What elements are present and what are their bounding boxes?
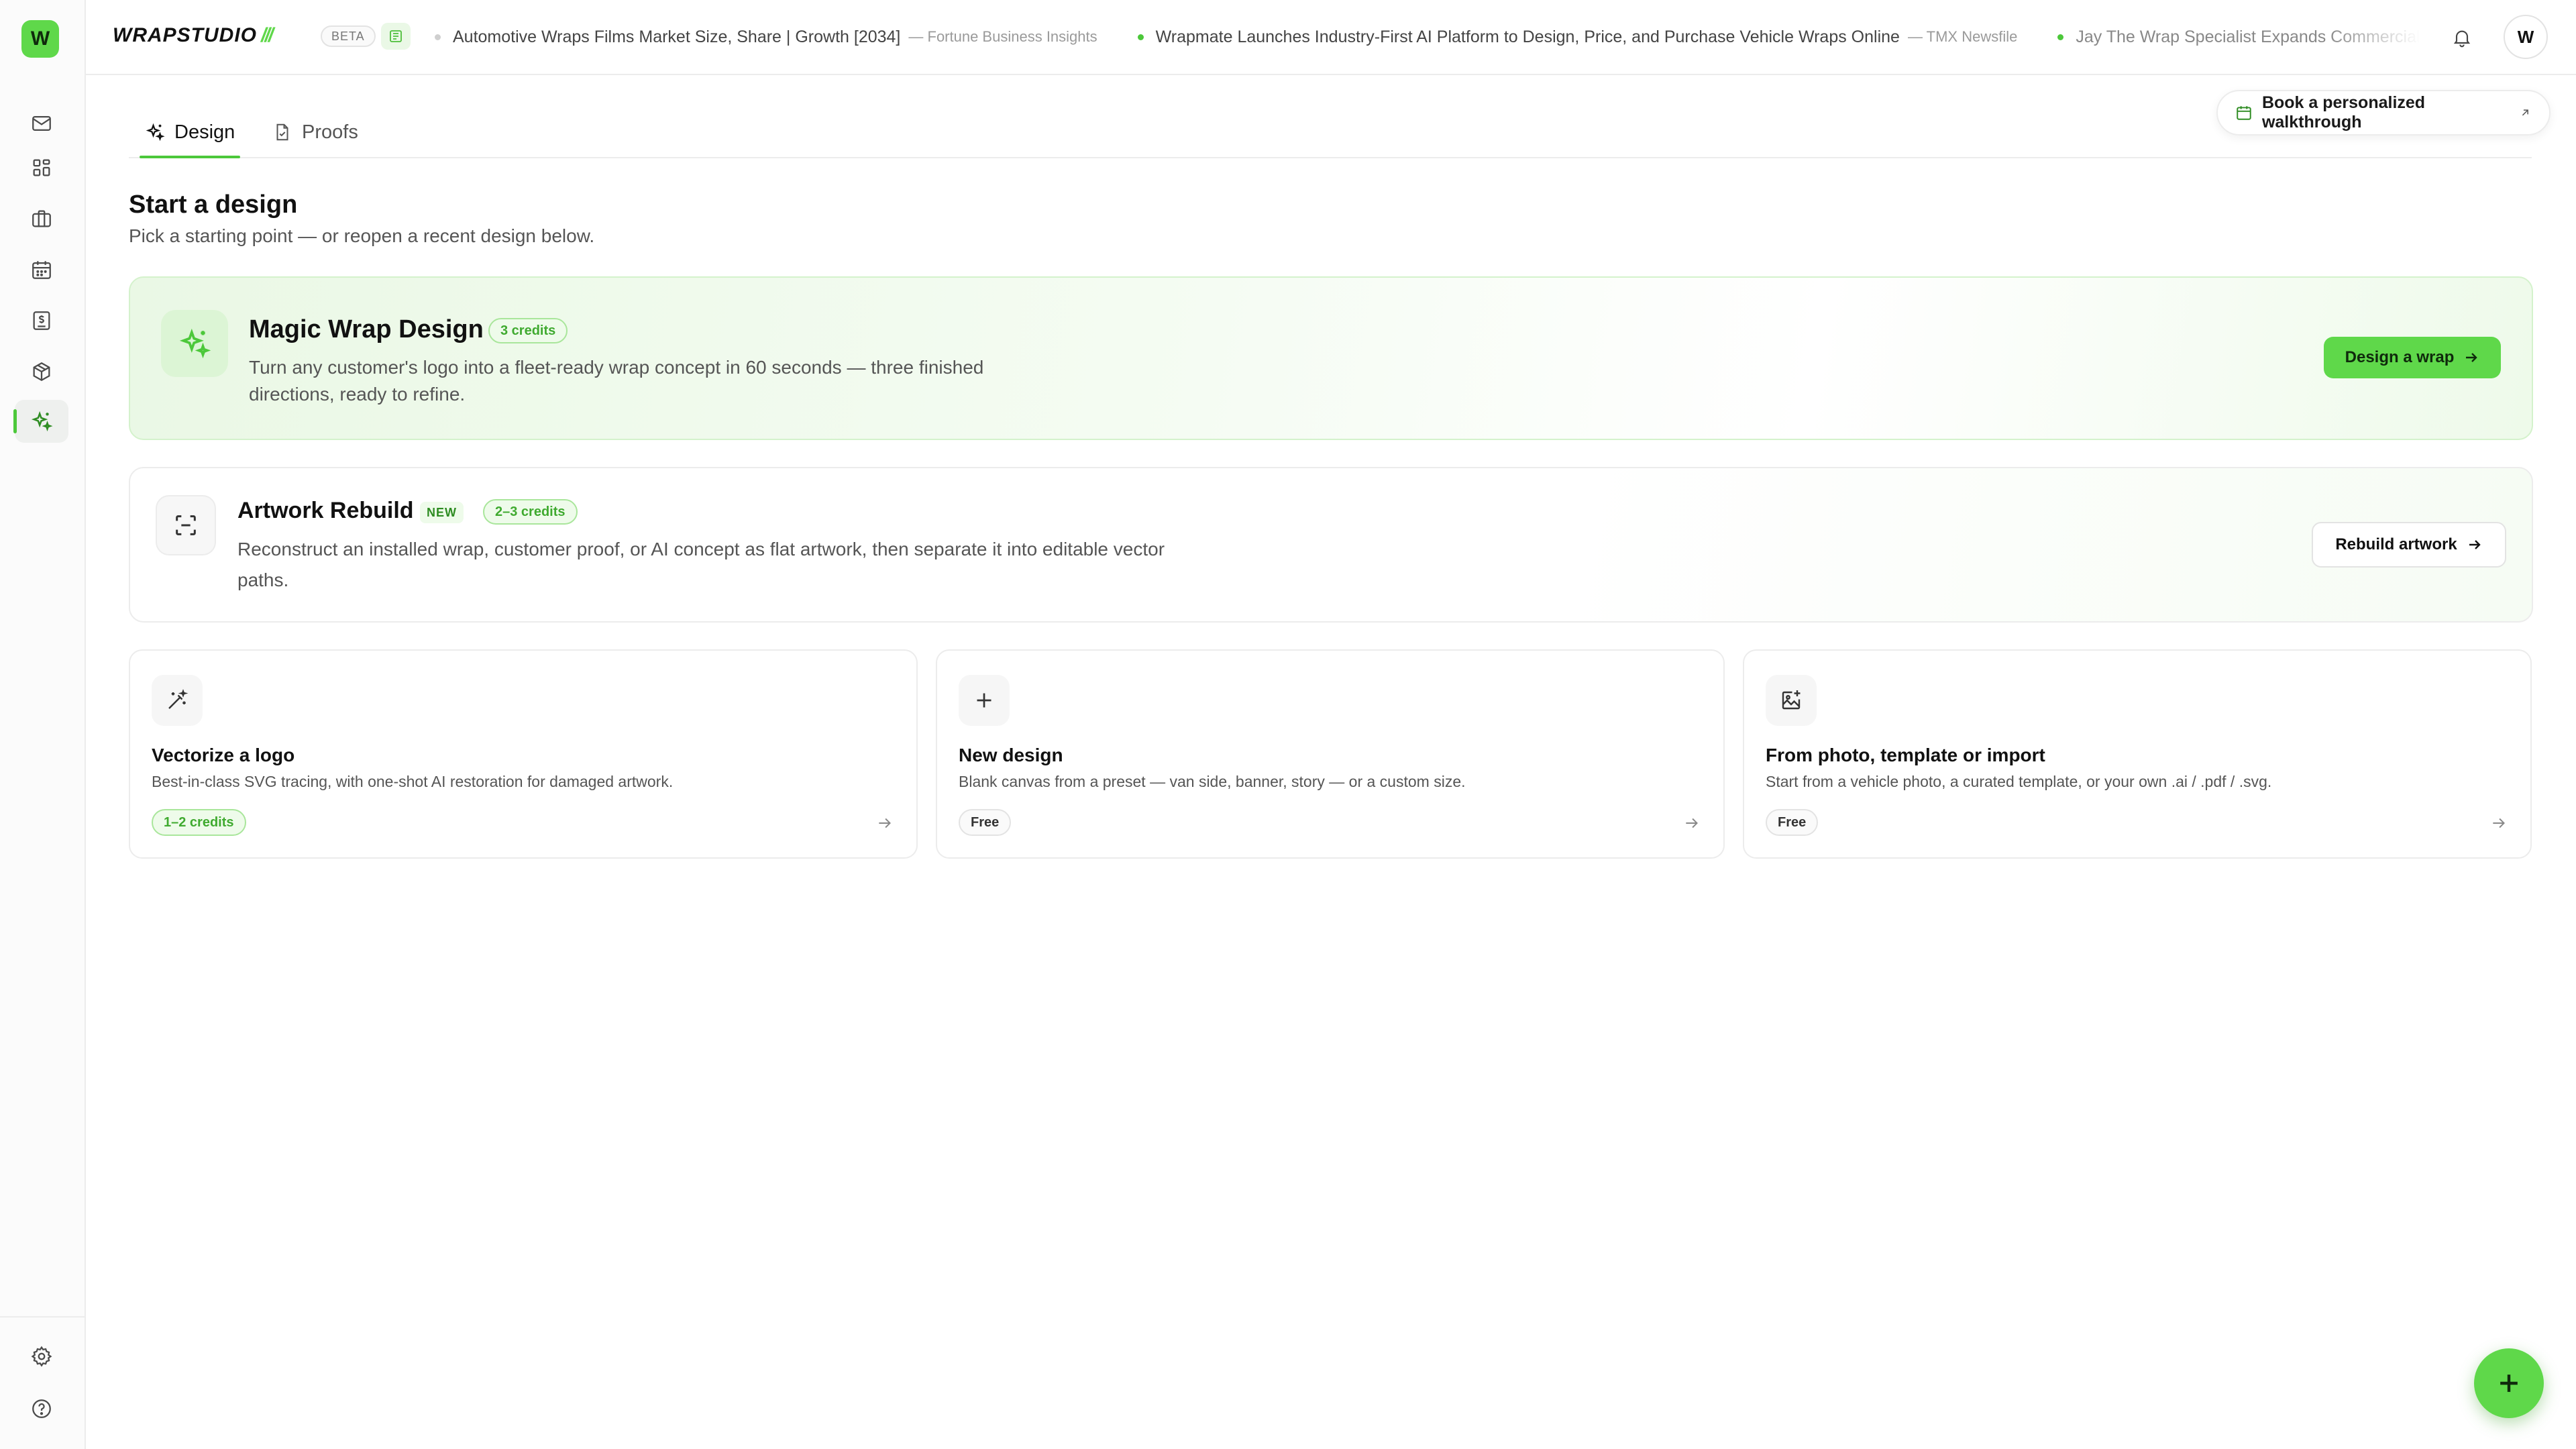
tab-design[interactable]: Design [140,107,241,158]
ticker-headline: Automotive Wraps Films Market Size, Shar… [453,27,901,46]
rebuild-artwork-label: Rebuild artwork [2335,535,2457,553]
plus-icon [2500,1375,2518,1392]
new-design-free-badge: Free [959,809,1012,836]
arrow-right-icon [879,818,891,828]
arrow-right-icon [2466,353,2478,362]
magic-credits-badge: 3 credits [488,318,568,343]
new-design-card[interactable]: New design Blank canvas from a preset — … [936,649,1725,859]
artwork-rebuild-card[interactable]: Artwork Rebuild NEW 2–3 credits Reconstr… [129,467,2533,623]
artwork-rebuild-description: Reconstruct an installed wrap, customer … [237,539,1165,590]
vectorize-credits-badge: 1–2 credits [152,809,246,836]
book-walkthrough-button[interactable]: Book a personalized walkthrough [2216,90,2551,136]
image-add-icon [1766,675,1817,726]
new-badge: NEW [420,502,464,523]
tab-proofs[interactable]: Proofs [267,107,364,157]
ticker-headline: Jay The Wrap Specialist Expands Commerci… [2076,27,2420,46]
ticker-source: — TMX Newsfile [1907,28,2018,45]
design-sparkle-icon[interactable] [13,400,68,443]
arrow-right-icon [2493,818,2505,828]
design-a-wrap-button[interactable]: Design a wrap [2324,337,2501,378]
magic-wrap-title: Magic Wrap Design [249,315,484,343]
brand-name: WRAPSTUDIO [113,24,257,46]
ticker-source: — Fortune Business Insights [908,28,1097,45]
beta-badge: BETA [321,25,376,47]
from-photo-template-card[interactable]: From photo, template or import Start fro… [1743,649,2532,859]
magic-wand-icon [152,675,203,726]
ticker-headline: Wrapmate Launches Industry-First AI Plat… [1155,27,1900,46]
ticker-dot [1137,34,1144,40]
page-title: Start a design [129,191,298,219]
scan-frame-icon [156,495,216,555]
magic-sparkle-icon [161,310,228,377]
invoice-icon[interactable] [15,299,68,342]
briefcase-icon[interactable] [15,197,68,240]
artwork-rebuild-title: Artwork Rebuild [237,498,414,523]
arrow-right-icon [2469,540,2481,549]
ticker-item[interactable]: Automotive Wraps Films Market Size, Shar… [435,28,1097,47]
plus-icon [959,675,1010,726]
ticker-item[interactable]: Jay The Wrap Specialist Expands Commerci… [2057,28,2420,47]
inbox-icon[interactable] [15,102,68,145]
new-design-description: Blank canvas from a preset — van side, b… [959,773,1466,790]
magic-wrap-card[interactable]: Magic Wrap Design 3 credits Turn any cus… [129,276,2533,440]
from-photo-title: From photo, template or import [1766,745,2045,765]
package-icon[interactable] [15,350,68,393]
walkthrough-label: Book a personalized walkthrough [2261,93,2426,131]
help-icon[interactable] [15,1387,68,1430]
tab-design-label: Design [174,121,235,143]
rebuild-artwork-button[interactable]: Rebuild artwork [2312,522,2506,568]
calendar-icon[interactable] [15,248,68,291]
workspace-logo[interactable]: W [21,20,59,58]
vectorize-logo-description: Best-in-class SVG tracing, with one-shot… [152,773,674,790]
notifications-bell-icon[interactable] [2447,23,2477,52]
user-avatar[interactable]: W [2504,15,2548,59]
ticker-dot [2057,34,2064,40]
settings-gear-icon[interactable] [15,1335,68,1378]
news-feed-icon[interactable] [381,23,411,50]
left-sidebar: W [0,0,86,1449]
new-design-title: New design [959,745,1063,765]
rebuild-credits-badge: 2–3 credits [483,499,578,525]
external-arrow-icon [2522,109,2529,116]
page-subtitle: Pick a starting point — or reopen a rece… [129,225,595,246]
tab-proofs-label: Proofs [302,121,358,143]
design-tabs: Design Proofs [129,107,2532,158]
arrow-right-icon [1686,818,1698,828]
brand-slash-mark: /// [261,24,274,46]
sparkle-icon [146,123,165,142]
top-bar: WRAPSTUDIO /// BETA Automotive Wraps Fil… [86,0,2576,75]
dashboard-icon[interactable] [15,146,68,189]
from-photo-free-badge: Free [1766,809,1819,836]
ticker-item[interactable]: Wrapmate Launches Industry-First AI Plat… [1137,27,2018,47]
create-fab-button[interactable] [2474,1348,2544,1418]
document-check-icon [276,123,288,141]
design-a-wrap-label: Design a wrap [2345,348,2455,366]
calendar-icon [2237,106,2251,120]
news-ticker: Automotive Wraps Films Market Size, Shar… [435,0,2420,74]
vectorize-logo-card[interactable]: Vectorize a logo Best-in-class SVG traci… [129,649,918,859]
brand-wordmark[interactable]: WRAPSTUDIO /// [113,24,274,47]
from-photo-description: Start from a vehicle photo, a curated te… [1766,773,2272,790]
magic-wrap-description: Turn any customer's logo into a fleet-re… [249,357,984,405]
rail-divider [0,1316,86,1318]
ticker-dot [435,34,441,40]
vectorize-logo-title: Vectorize a logo [152,745,295,765]
